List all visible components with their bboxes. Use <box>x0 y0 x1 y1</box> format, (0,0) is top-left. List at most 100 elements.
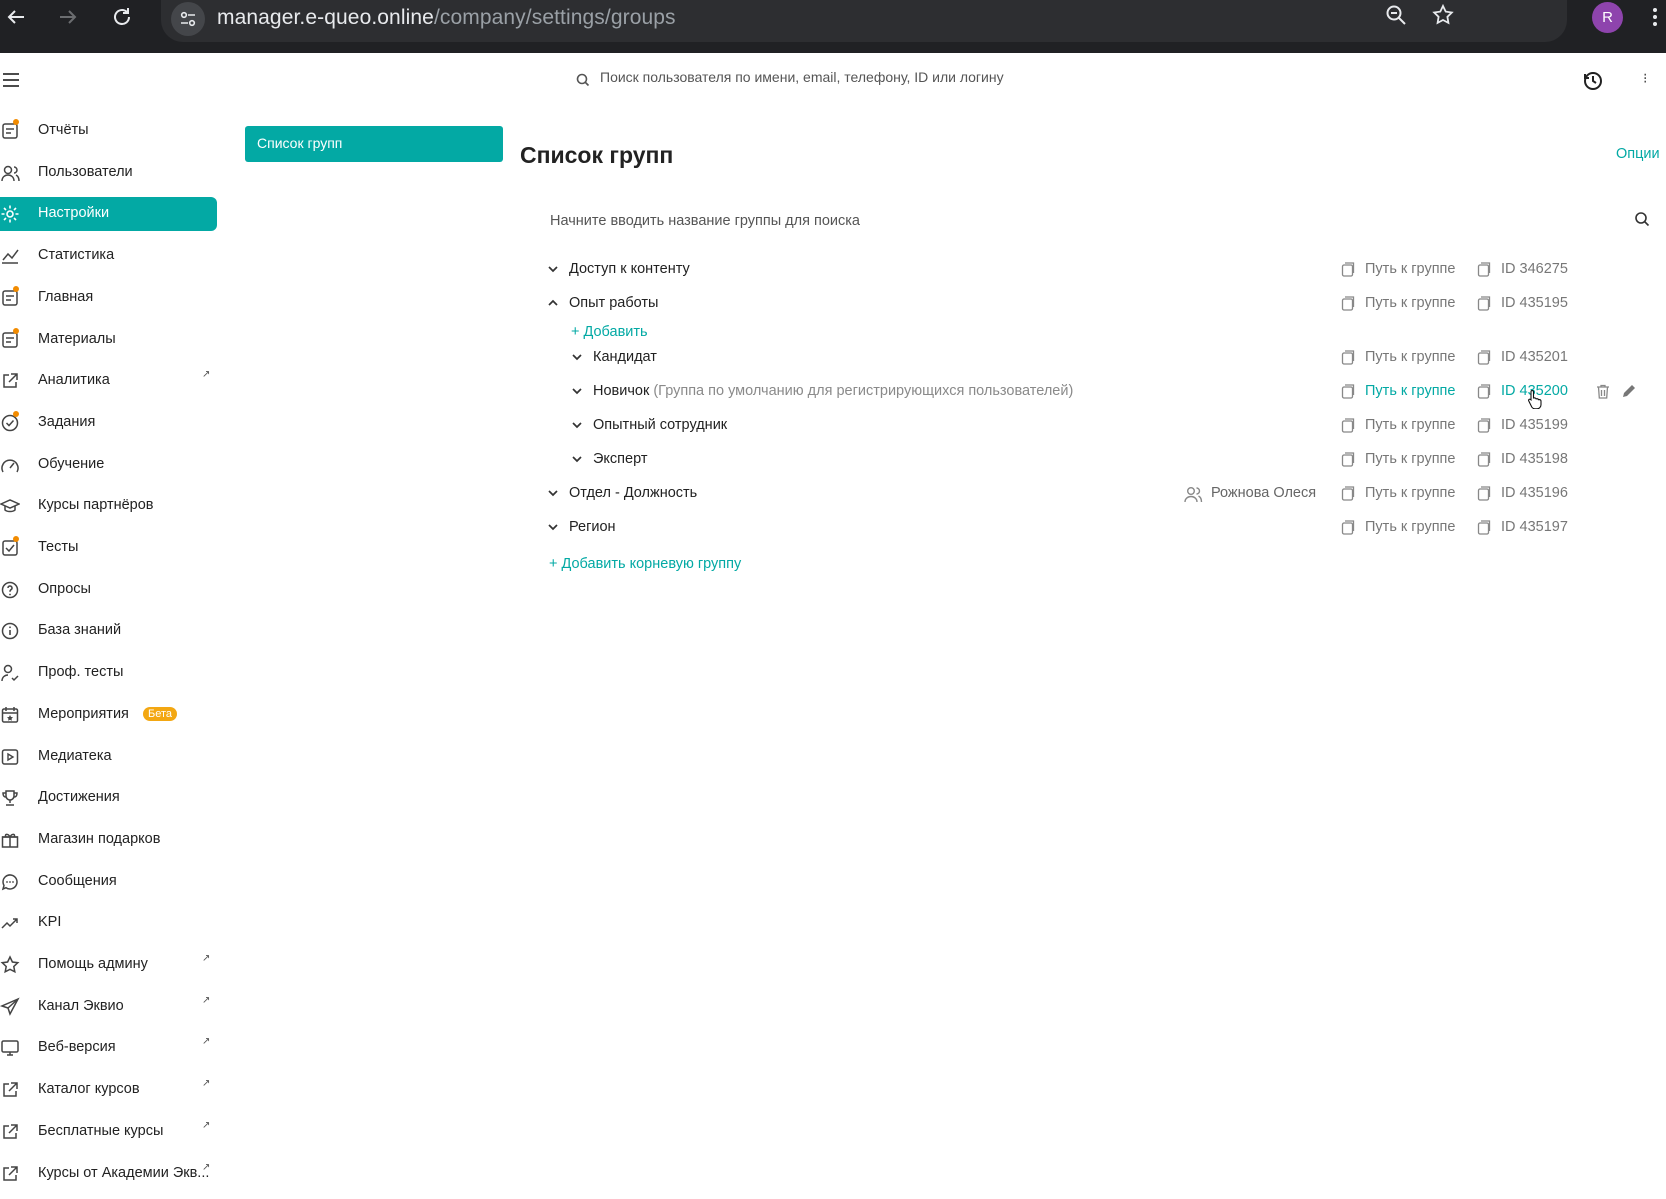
add-child-group-button[interactable]: + Добавить <box>571 324 648 340</box>
chevron-up-icon[interactable] <box>547 297 559 309</box>
sidebar-item-24[interactable]: Каталог курсов ↗ <box>0 1073 217 1107</box>
copy-icon[interactable] <box>1476 451 1492 467</box>
group-name[interactable]: Отдел - Должность <box>569 485 697 501</box>
add-root-group-button[interactable]: + Добавить корневую группу <box>549 556 741 572</box>
copy-icon[interactable] <box>1476 519 1492 535</box>
chevron-down-icon[interactable] <box>547 521 559 533</box>
group-name[interactable]: Кандидат <box>593 349 657 365</box>
copy-id-link[interactable]: ID 435197 <box>1501 519 1568 535</box>
sidebar-item-2[interactable]: Пользователи <box>0 156 217 190</box>
copy-icon[interactable] <box>1340 349 1356 365</box>
address-bar[interactable]: manager.e-queo.online/company/settings/g… <box>161 0 1567 42</box>
sidebar-item-23[interactable]: Веб-версия ↗ <box>0 1031 217 1065</box>
sidebar-item-13[interactable]: База знаний <box>0 614 217 648</box>
sidebar-item-25[interactable]: Бесплатные курсы ↗ <box>0 1115 217 1149</box>
group-row[interactable]: Опыт работы Путь к группе ID 435195 <box>0 289 1666 319</box>
group-name[interactable]: Опытный сотрудник <box>593 417 727 433</box>
sidebar-item-26[interactable]: Курсы от Академии Экв... ↗ <box>0 1157 217 1191</box>
group-name[interactable]: Опыт работы <box>569 295 658 311</box>
options-button[interactable]: Опции <box>1616 146 1660 162</box>
copy-id-link[interactable]: ID 435201 <box>1501 349 1568 365</box>
chevron-down-icon[interactable] <box>571 419 583 431</box>
copy-path-link[interactable]: Путь к группе <box>1365 383 1455 399</box>
trophy-icon <box>0 788 20 808</box>
sidebar-item-18[interactable]: Магазин подарков <box>0 823 217 857</box>
group-row[interactable]: Регион Путь к группе ID 435197 <box>0 513 1666 543</box>
reload-icon[interactable] <box>110 5 134 29</box>
copy-path-link[interactable]: Путь к группе <box>1365 261 1455 277</box>
copy-icon[interactable] <box>1340 261 1356 277</box>
sidebar-item-12[interactable]: Опросы <box>0 573 217 607</box>
user-search-input[interactable]: Поиск пользователя по имени, email, теле… <box>600 69 1004 85</box>
copy-id-link[interactable]: ID 435195 <box>1501 295 1568 311</box>
copy-path-link[interactable]: Путь к группе <box>1365 519 1455 535</box>
group-row[interactable]: Новичок (Группа по умолчанию для регистр… <box>0 377 1666 409</box>
copy-icon[interactable] <box>1340 519 1356 535</box>
sidebar-item-label: Курсы от Академии Экв... <box>38 1164 210 1181</box>
copy-icon[interactable] <box>1340 295 1356 311</box>
copy-icon[interactable] <box>1340 383 1356 399</box>
sidebar-item-15[interactable]: Мероприятия Бета <box>0 698 217 732</box>
hamburger-menu-icon[interactable] <box>2 73 20 87</box>
sidebar-item-19[interactable]: Сообщения <box>0 865 217 899</box>
tab-group-list[interactable]: Список групп <box>245 126 503 162</box>
copy-icon[interactable] <box>1476 349 1492 365</box>
copy-icon[interactable] <box>1476 261 1492 277</box>
group-row[interactable]: Эксперт Путь к группе ID 435198 <box>0 445 1666 475</box>
copy-icon[interactable] <box>1340 417 1356 433</box>
copy-icon[interactable] <box>1476 485 1492 501</box>
copy-path-link[interactable]: Путь к группе <box>1365 417 1455 433</box>
site-settings-icon[interactable] <box>171 2 205 36</box>
copy-id-link[interactable]: ID 435199 <box>1501 417 1568 433</box>
zoom-icon[interactable] <box>1384 3 1408 27</box>
group-row[interactable]: Опытный сотрудник Путь к группе ID 435199 <box>0 411 1666 441</box>
group-owner[interactable]: Рожнова Олеся <box>1211 485 1316 501</box>
copy-path-link[interactable]: Путь к группе <box>1365 295 1455 311</box>
sidebar-item-14[interactable]: Проф. тесты <box>0 656 217 690</box>
copy-id-link[interactable]: ID 435198 <box>1501 451 1568 467</box>
group-row[interactable]: Кандидат Путь к группе ID 435201 <box>0 343 1666 373</box>
pencil-icon[interactable] <box>1621 383 1637 399</box>
group-row[interactable]: Доступ к контенту Путь к группе ID 346275 <box>0 255 1666 285</box>
sidebar-item-17[interactable]: Достижения <box>0 781 217 815</box>
chevron-down-icon[interactable] <box>547 263 559 275</box>
chevron-down-icon[interactable] <box>547 487 559 499</box>
browser-menu-icon[interactable] <box>1650 5 1666 29</box>
sidebar-item-20[interactable]: KPI <box>0 906 217 940</box>
sidebar-item-16[interactable]: Медиатека <box>0 740 217 774</box>
header-more-button[interactable]: ⁝ <box>1643 70 1647 87</box>
monitor-icon <box>0 1038 20 1058</box>
copy-id-link[interactable]: ID 346275 <box>1501 261 1568 277</box>
trend-icon <box>0 913 20 933</box>
chevron-down-icon[interactable] <box>571 453 583 465</box>
users-icon <box>0 163 20 183</box>
copy-icon[interactable] <box>1476 383 1492 399</box>
group-name[interactable]: Регион <box>569 519 616 535</box>
sidebar-item-22[interactable]: Канал Эквио ↗ <box>0 990 217 1024</box>
forward-icon[interactable] <box>56 5 80 29</box>
group-row[interactable]: Отдел - Должность Рожнова Олеся Путь к гру… <box>0 479 1666 509</box>
group-name[interactable]: Эксперт <box>593 451 647 467</box>
copy-icon[interactable] <box>1476 295 1492 311</box>
group-search-input[interactable]: Начните вводить название группы для поис… <box>550 213 860 229</box>
group-name[interactable]: Новичок (Группа по умолчанию для регистр… <box>593 383 1073 399</box>
copy-icon[interactable] <box>1476 417 1492 433</box>
chevron-down-icon[interactable] <box>571 351 583 363</box>
back-icon[interactable] <box>4 5 28 29</box>
sidebar-item-3[interactable]: Настройки <box>0 197 217 232</box>
history-icon[interactable] <box>1582 70 1604 92</box>
sidebar-item-1[interactable]: Отчёты <box>0 114 217 148</box>
copy-path-link[interactable]: Путь к группе <box>1365 451 1455 467</box>
chevron-down-icon[interactable] <box>571 385 583 397</box>
profile-avatar[interactable]: R <box>1592 2 1623 33</box>
bookmark-star-icon[interactable] <box>1431 3 1455 27</box>
copy-path-link[interactable]: Путь к группе <box>1365 485 1455 501</box>
trash-icon[interactable] <box>1596 384 1610 399</box>
search-icon[interactable] <box>1634 211 1650 227</box>
sidebar-item-21[interactable]: Помощь админу ↗ <box>0 948 217 982</box>
group-name[interactable]: Доступ к контенту <box>569 261 690 277</box>
copy-icon[interactable] <box>1340 451 1356 467</box>
copy-path-link[interactable]: Путь к группе <box>1365 349 1455 365</box>
copy-icon[interactable] <box>1340 485 1356 501</box>
copy-id-link[interactable]: ID 435196 <box>1501 485 1568 501</box>
